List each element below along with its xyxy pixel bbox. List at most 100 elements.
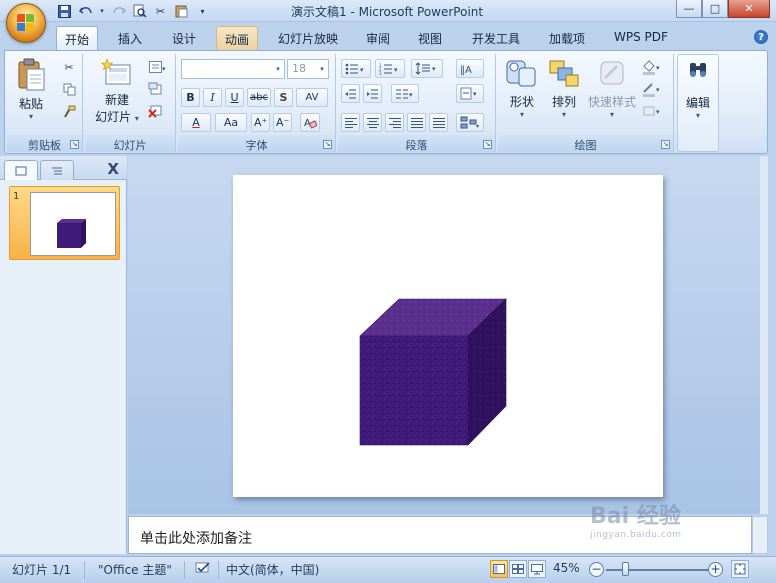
ribbon-tabs: 开始 插入 设计 动画 幻灯片放映 审阅 视图 开发工具 加载项 WPS PDF… bbox=[0, 22, 776, 50]
tab-developer[interactable]: 开发工具 bbox=[464, 26, 528, 50]
align-left-button[interactable] bbox=[341, 113, 360, 132]
grow-font-button[interactable]: A⁺ bbox=[251, 113, 271, 132]
layout-button[interactable]: ▾ bbox=[145, 58, 171, 76]
undo-icon[interactable] bbox=[77, 3, 94, 19]
zoom-out-icon[interactable]: − bbox=[589, 562, 604, 577]
paste-button[interactable]: 粘贴 ▾ bbox=[11, 58, 51, 121]
tab-wps-pdf[interactable]: WPS PDF bbox=[606, 26, 676, 50]
redo-icon[interactable] bbox=[110, 3, 127, 19]
clipboard-group: 粘贴 ▾ ✂ 剪贴板 ↘ bbox=[7, 54, 83, 152]
help-icon[interactable]: ? bbox=[754, 30, 768, 44]
language-indicator[interactable]: 中文(简体，中国) bbox=[226, 561, 319, 578]
theme-name[interactable]: "Office 主题" bbox=[98, 561, 172, 578]
slide-sorter-view-button[interactable] bbox=[509, 560, 527, 578]
zoom-slider-thumb[interactable] bbox=[622, 562, 629, 576]
zoom-in-icon[interactable]: + bbox=[708, 562, 723, 577]
shape-fill-button[interactable]: ▾ bbox=[640, 58, 666, 76]
align-right-button[interactable] bbox=[385, 113, 404, 132]
arrange-button[interactable]: 排列 ▾ bbox=[544, 58, 584, 119]
bullets-button[interactable]: ▾ bbox=[341, 59, 371, 78]
editing-button[interactable]: 编辑 ▾ bbox=[679, 59, 717, 120]
tab-slide-show[interactable]: 幻灯片放映 bbox=[270, 26, 346, 50]
paste-icon[interactable] bbox=[173, 3, 190, 19]
tab-view[interactable]: 视图 bbox=[410, 26, 450, 50]
cut-icon[interactable]: ✂ bbox=[152, 3, 169, 19]
outline-tab-icon bbox=[52, 167, 62, 174]
tab-insert[interactable]: 插入 bbox=[110, 26, 150, 50]
increase-indent-button[interactable] bbox=[363, 84, 382, 103]
tab-review[interactable]: 审阅 bbox=[358, 26, 398, 50]
align-text-button[interactable]: ▾ bbox=[456, 84, 484, 103]
undo-dropdown-icon[interactable]: ▾ bbox=[98, 3, 106, 19]
slide-show-icon bbox=[531, 563, 543, 574]
workspace-scrollbar[interactable] bbox=[760, 156, 768, 514]
zoom-level[interactable]: 45% bbox=[553, 561, 580, 575]
bold-button[interactable]: B bbox=[181, 88, 200, 107]
numbering-button[interactable]: 1 2 3 ▾ bbox=[375, 59, 405, 78]
font-launcher-icon[interactable]: ↘ bbox=[323, 140, 332, 149]
change-case-button[interactable]: Aa bbox=[215, 113, 247, 132]
reset-button[interactable] bbox=[145, 80, 165, 98]
slide-show-view-button[interactable] bbox=[528, 560, 546, 578]
window-controls: — □ ✕ bbox=[676, 0, 770, 18]
text-direction-button[interactable]: ‖A bbox=[456, 59, 484, 78]
font-name-combo[interactable]: ▾ bbox=[181, 59, 285, 79]
svg-text:▾: ▾ bbox=[656, 86, 660, 94]
normal-view-button[interactable] bbox=[490, 560, 508, 578]
customize-toolbar-icon[interactable]: ▾ bbox=[194, 3, 211, 19]
slide-thumbnail-selected[interactable]: 1 bbox=[9, 186, 120, 260]
shrink-font-button[interactable]: A⁻ bbox=[273, 113, 293, 132]
underline-button[interactable]: U bbox=[225, 88, 244, 107]
delete-slide-button[interactable] bbox=[145, 102, 165, 120]
outline-tab[interactable] bbox=[40, 160, 74, 180]
paragraph-launcher-icon[interactable]: ↘ bbox=[483, 140, 492, 149]
clear-formatting-icon: A bbox=[304, 118, 317, 129]
decrease-indent-button[interactable] bbox=[341, 84, 360, 103]
character-spacing-button[interactable]: AV bbox=[296, 88, 328, 107]
clipboard-launcher-icon[interactable]: ↘ bbox=[70, 140, 79, 149]
quick-styles-button[interactable]: 快速样式 ▾ bbox=[586, 58, 638, 119]
tab-home[interactable]: 开始 bbox=[56, 26, 99, 50]
slides-pane-tabs: X bbox=[0, 156, 127, 180]
slides-tab[interactable] bbox=[4, 160, 38, 180]
clear-formatting-button[interactable]: A bbox=[300, 113, 320, 132]
strikethrough-button[interactable]: abc bbox=[247, 88, 271, 107]
decrease-indent-icon bbox=[345, 89, 356, 98]
tab-add-ins[interactable]: 加载项 bbox=[541, 26, 593, 50]
italic-button[interactable]: I bbox=[203, 88, 222, 107]
maximize-button[interactable]: □ bbox=[702, 0, 728, 18]
print-preview-icon[interactable] bbox=[131, 3, 148, 19]
minimize-button[interactable]: — bbox=[676, 0, 702, 18]
close-button[interactable]: ✕ bbox=[728, 0, 770, 18]
font-color-button[interactable]: A bbox=[181, 113, 211, 132]
distributed-button[interactable] bbox=[429, 113, 448, 132]
close-pane-icon[interactable]: X bbox=[107, 160, 119, 178]
save-icon[interactable] bbox=[56, 3, 73, 19]
align-center-button[interactable] bbox=[363, 113, 382, 132]
slide-thumbnail[interactable] bbox=[30, 192, 116, 256]
font-size-combo[interactable]: 18 ▾ bbox=[287, 59, 329, 79]
slide-canvas[interactable] bbox=[233, 175, 663, 497]
notes-scrollbar[interactable] bbox=[752, 516, 768, 554]
shape-outline-button[interactable]: ▾ bbox=[640, 80, 666, 98]
cube-shape[interactable] bbox=[233, 175, 663, 497]
spell-check-icon[interactable] bbox=[194, 561, 212, 578]
editing-label-text: 编辑 bbox=[685, 96, 710, 110]
drawing-launcher-icon[interactable]: ↘ bbox=[661, 140, 670, 149]
copy-button[interactable] bbox=[59, 80, 79, 98]
shape-effects-button[interactable]: ▾ bbox=[640, 102, 666, 120]
format-painter-button[interactable] bbox=[59, 102, 79, 120]
office-button[interactable] bbox=[6, 3, 46, 43]
tab-animations[interactable]: 动画 bbox=[216, 26, 259, 50]
columns-button[interactable]: ▾ bbox=[391, 84, 419, 103]
new-slide-button[interactable]: 新建 幻灯片 ▾ bbox=[89, 58, 145, 125]
tab-design[interactable]: 设计 bbox=[164, 26, 204, 50]
smartart-button[interactable]: ▾ bbox=[456, 113, 484, 132]
justify-button[interactable] bbox=[407, 113, 426, 132]
shapes-button[interactable]: 形状 ▾ bbox=[502, 58, 542, 119]
cut-button[interactable]: ✂ bbox=[59, 58, 79, 76]
line-spacing-button[interactable]: ▾ bbox=[411, 59, 443, 78]
fit-to-window-button[interactable] bbox=[731, 560, 749, 578]
align-left-icon bbox=[344, 117, 357, 128]
shadow-button[interactable]: S bbox=[274, 88, 293, 107]
